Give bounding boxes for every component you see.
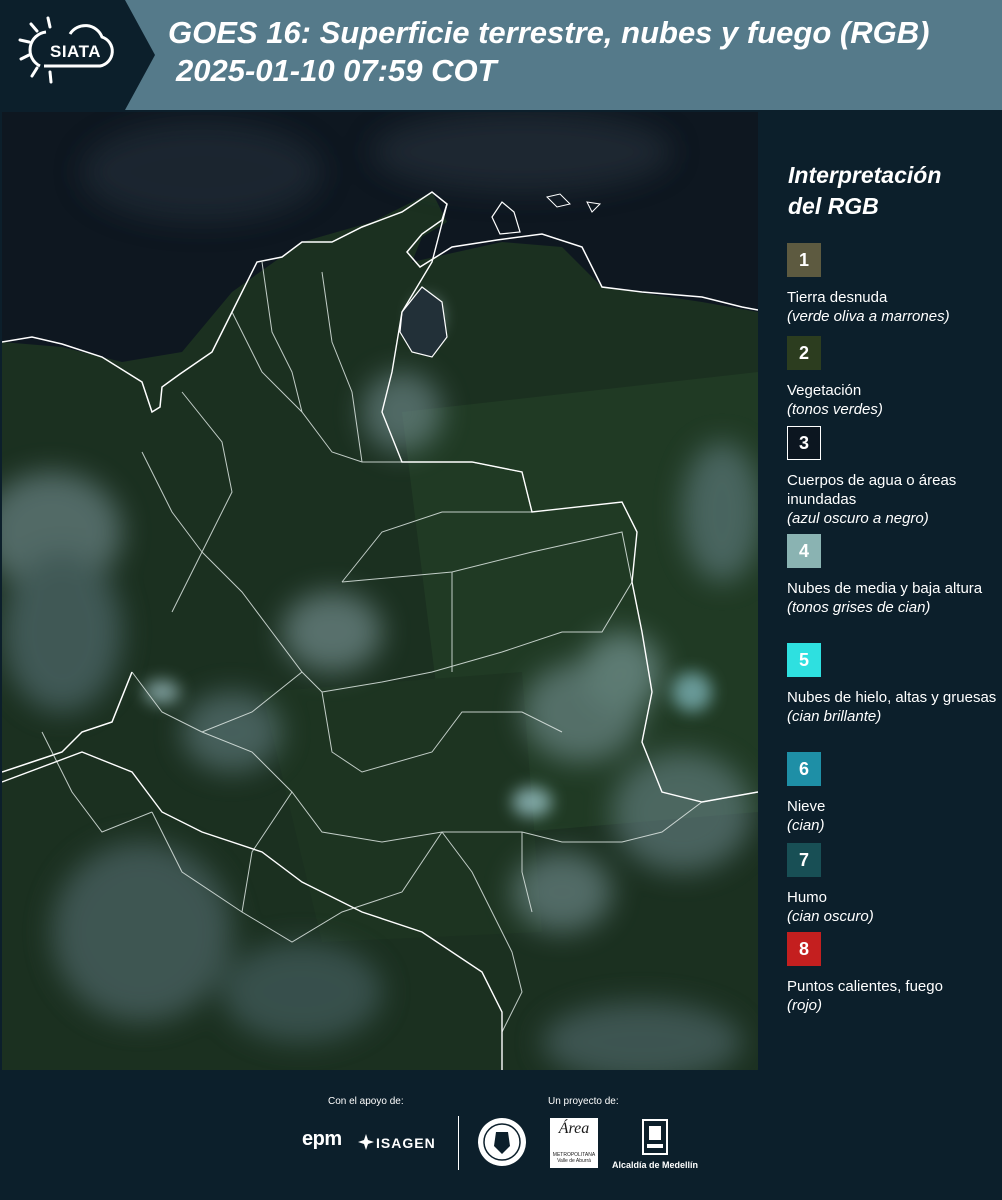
title-line-1: GOES 16: Superficie terrestre, nubes y f… [168, 15, 930, 50]
epm-logo: epm [302, 1128, 342, 1150]
legend-swatch: 6 [787, 752, 821, 786]
legend-item-1: 1 Tierra desnuda (verde oliva a marrones… [787, 243, 999, 326]
legend-swatch: 1 [787, 243, 821, 277]
page-title: GOES 16: Superficie terrestre, nubes y f… [168, 14, 998, 90]
legend-item-2: 2 Vegetación (tonos verdes) [787, 336, 999, 419]
legend-label: Tierra desnuda [787, 289, 888, 306]
legend-label: Vegetación [787, 382, 862, 399]
legend-label: Nubes de hielo, altas y gruesas [787, 689, 997, 706]
logo-text: SIATA [50, 42, 101, 61]
legend-label: Nieve [787, 798, 826, 815]
legend-item-5: 5 Nubes de hielo, altas y gruesas (cian … [787, 643, 999, 726]
footer-divider [458, 1116, 459, 1170]
support-label: Con el apoyo de: [328, 1096, 404, 1107]
legend-item-8: 8 Puntos calientes, fuego (rojo) [787, 932, 999, 1015]
university-seal-icon [478, 1118, 526, 1166]
satellite-map [2, 112, 758, 1070]
legend-swatch: 3 [787, 426, 821, 460]
alcaldia-logo-text: Alcaldía de Medellín [612, 1160, 699, 1170]
satellite-image [2, 112, 758, 1070]
isagen-logo: ISAGEN [376, 1135, 436, 1151]
footer: Con el apoyo de: Un proyecto de: epm ISA… [0, 1070, 1002, 1200]
legend-swatch: 5 [787, 643, 821, 677]
area-logo-text: Área [558, 1120, 590, 1137]
legend-item-6: 6 Nieve (cian) [787, 752, 999, 835]
legend-label: Humo [787, 889, 828, 906]
legend-title: Interpretación del RGB [788, 160, 988, 222]
legend-swatch: 4 [787, 534, 821, 568]
legend-sub: (cian brillante) [787, 708, 882, 725]
title-timestamp: 2025-01-10 07:59 COT [176, 53, 497, 88]
logo-block: SIATA [0, 0, 155, 110]
legend-sub: (verde oliva a marrones) [787, 308, 950, 325]
legend-item-3: 3 Cuerpos de agua o áreas inundadas (azu… [787, 426, 999, 528]
alcaldia-shield-icon [642, 1119, 668, 1155]
legend-title-line-2: del RGB [788, 193, 879, 219]
legend-panel: Interpretación del RGB 1 Tierra desnuda … [760, 112, 1002, 1070]
area-logo-subtext: METROPOLITANA Valle de Aburrá [552, 1152, 596, 1164]
legend-item-4: 4 Nubes de media y baja altura (tonos gr… [787, 534, 999, 617]
legend-item-7: 7 Humo (cian oscuro) [787, 843, 999, 926]
legend-swatch: 8 [787, 932, 821, 966]
header-bar: SIATA GOES 16: Superficie terrestre, nub… [0, 0, 1002, 110]
legend-sub: (azul oscuro a negro) [787, 510, 929, 527]
legend-label: Cuerpos de agua o áreas inundadas [787, 472, 957, 508]
legend-sub: (tonos verdes) [787, 401, 883, 418]
legend-sub: (cian oscuro) [787, 908, 874, 925]
legend-swatch: 7 [787, 843, 821, 877]
legend-swatch: 2 [787, 336, 821, 370]
legend-sub: (tonos grises de cian) [787, 599, 931, 616]
legend-label: Puntos calientes, fuego [787, 978, 943, 995]
legend-sub: (rojo) [787, 997, 823, 1014]
legend-title-line-1: Interpretación [788, 162, 942, 188]
project-label: Un proyecto de: [548, 1096, 619, 1107]
isagen-icon [358, 1134, 374, 1150]
legend-label: Nubes de media y baja altura [787, 580, 983, 597]
legend-sub: (cian) [787, 817, 825, 834]
